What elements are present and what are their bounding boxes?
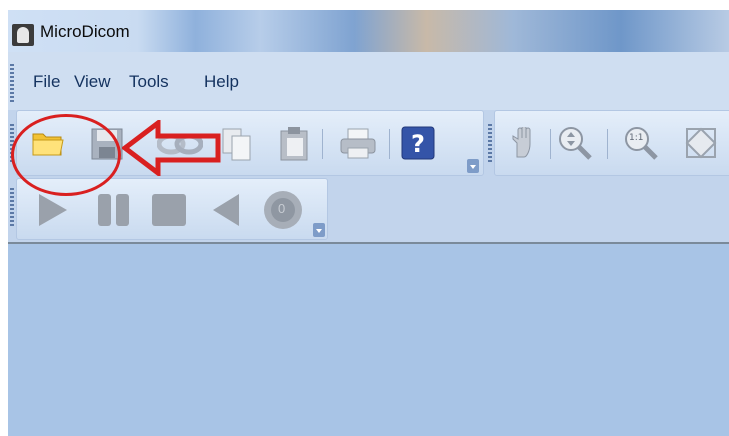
- image-view-area[interactable]: [8, 242, 729, 436]
- window-title: MicroDicom: [40, 22, 130, 41]
- menu-bar: File View Tools Help: [8, 52, 729, 110]
- toolbar-separator: [607, 129, 608, 159]
- toolbar-separator: [389, 129, 390, 159]
- toolbar-grip[interactable]: [10, 188, 14, 228]
- pause-icon[interactable]: [97, 193, 131, 232]
- copy-icon[interactable]: [221, 127, 253, 166]
- previous-icon[interactable]: [211, 193, 241, 232]
- toolbar-overflow-chevron[interactable]: [313, 223, 325, 237]
- stop-icon[interactable]: [151, 193, 187, 232]
- svg-text:?: ?: [411, 130, 425, 158]
- red-arrow-annotation: [120, 117, 222, 181]
- app-window: MicroDicom File View Tools Help ? 1:1 0: [8, 10, 729, 436]
- toolbar-separator: [550, 129, 551, 159]
- paste-icon[interactable]: [279, 126, 311, 167]
- toolbar-separator: [322, 129, 323, 159]
- toolbar-grip[interactable]: [488, 124, 492, 164]
- fit-icon[interactable]: [681, 123, 721, 168]
- actual-size-label: 1:1: [629, 133, 644, 143]
- record-label: 0: [278, 201, 286, 216]
- print-icon[interactable]: [339, 128, 377, 165]
- menu-grip[interactable]: [10, 64, 14, 102]
- menu-help[interactable]: Help: [204, 72, 239, 92]
- highlight-circle-annotation: [11, 114, 121, 196]
- help-icon[interactable]: ?: [401, 126, 435, 165]
- image-toolbar: 1:1: [494, 110, 729, 176]
- toolbar-overflow-chevron[interactable]: [467, 159, 479, 173]
- zoom-icon[interactable]: [557, 125, 593, 166]
- pan-hand-icon[interactable]: [509, 125, 537, 166]
- play-icon[interactable]: [37, 193, 69, 232]
- title-bar: MicroDicom: [8, 10, 729, 52]
- record-icon[interactable]: 0: [263, 190, 303, 235]
- microdicom-logo-icon: [12, 24, 34, 46]
- menu-view[interactable]: View: [74, 72, 111, 92]
- menu-tools[interactable]: Tools: [129, 72, 169, 92]
- actual-size-icon[interactable]: 1:1: [623, 125, 659, 166]
- toolbar-row-playback: 0: [8, 178, 729, 242]
- menu-file[interactable]: File: [33, 72, 60, 92]
